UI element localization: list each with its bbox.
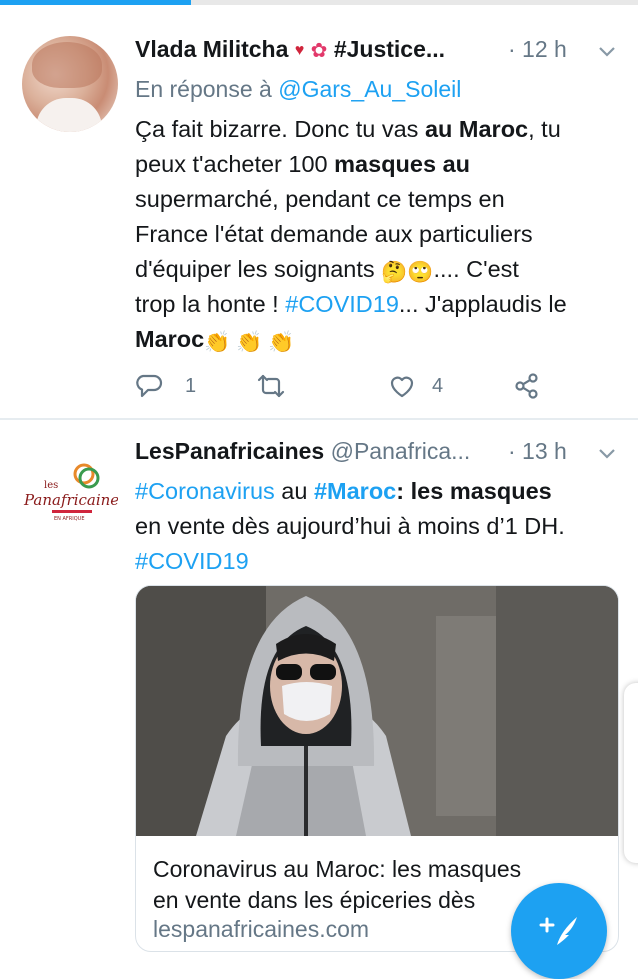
hashtag-link[interactable]: #COVID19 — [285, 291, 399, 317]
panafricaines-logo-icon: les Panafricaines EN AFRIQUE — [23, 463, 118, 522]
author-name[interactable]: LesPanafricaines @Panafrica... — [135, 438, 470, 465]
retweet-button[interactable] — [257, 368, 285, 404]
tweet-actions: 1 4 — [135, 368, 615, 404]
compose-tweet-button[interactable] — [511, 883, 607, 979]
side-edge-panel-handle[interactable] — [624, 683, 638, 863]
loading-progress-bar — [0, 0, 638, 5]
tweet-body: Ça fait bizarre. Donc tu vas au Maroc, t… — [135, 116, 567, 354]
svg-text:les: les — [44, 480, 58, 491]
card-image — [136, 586, 618, 836]
share-icon — [515, 373, 538, 399]
retweet-icon — [257, 374, 285, 398]
tweet[interactable]: les Panafricaines EN AFRIQUE LesPanafric… — [0, 420, 638, 960]
reply-context: En réponse à @Gars_Au_Soleil — [135, 76, 462, 102]
avatar[interactable] — [22, 36, 118, 132]
hashtag-link[interactable]: #Coronavirus — [135, 478, 275, 504]
reply-icon — [136, 374, 163, 398]
hashtag-link[interactable]: #Maroc — [314, 478, 396, 504]
like-button[interactable]: 4 — [388, 368, 443, 404]
reply-button[interactable]: 1 — [135, 368, 196, 404]
like-count: 4 — [432, 374, 444, 397]
share-button[interactable] — [513, 368, 541, 404]
display-name: LesPanafricaines — [135, 438, 325, 464]
name-suffix: #Justice... — [333, 36, 446, 62]
compose-icon — [539, 917, 577, 945]
tweet[interactable]: Vlada Militcha ♥ ✿ #Justice... · 12 h En… — [0, 18, 638, 418]
reply-count: 1 — [185, 374, 197, 397]
emoji: 🤔🙄 — [381, 261, 434, 284]
hashtag-link[interactable]: #COVID19 — [135, 548, 249, 574]
tweet-body: #Coronavirus au #Maroc: les masques en v… — [135, 478, 565, 574]
emoji: 👏 👏 👏 — [204, 331, 295, 354]
heart-marker-icon: ♥ — [294, 42, 305, 59]
hibiscus-icon: ✿ — [310, 40, 328, 62]
display-name: Vlada Militcha — [135, 36, 289, 62]
card-title: Coronavirus au Maroc: les masques en ven… — [153, 856, 522, 913]
avatar[interactable]: les Panafricaines EN AFRIQUE — [22, 450, 118, 546]
tweet-time[interactable]: · 12 h — [508, 36, 567, 63]
chevron-down-icon[interactable] — [598, 448, 616, 460]
reply-mention-link[interactable]: @Gars_Au_Soleil — [278, 76, 461, 102]
tweet-time[interactable]: · 13 h — [508, 438, 567, 465]
svg-text:Panafricaines: Panafricaines — [23, 491, 118, 509]
like-icon — [390, 376, 414, 398]
svg-text:EN AFRIQUE: EN AFRIQUE — [54, 516, 85, 522]
chevron-down-icon[interactable] — [598, 46, 616, 58]
card-domain: lespanafricaines.com — [153, 916, 370, 942]
author-name[interactable]: Vlada Militcha ♥ ✿ #Justice... — [135, 36, 445, 63]
author-handle: @Panafrica... — [330, 438, 471, 464]
